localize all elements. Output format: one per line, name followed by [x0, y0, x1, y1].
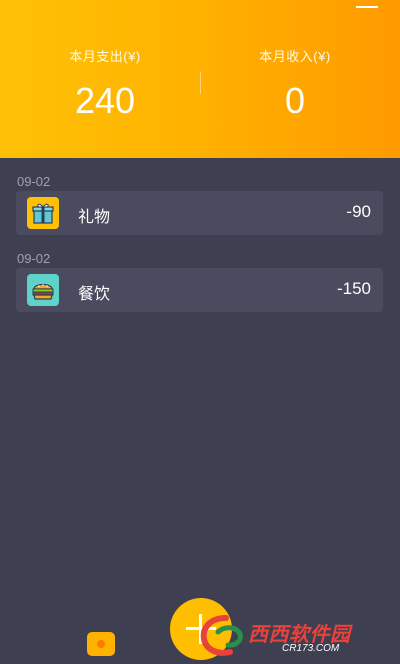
expense-label: 本月支出(¥): [69, 49, 141, 64]
record-amount: -90: [346, 202, 371, 221]
expense-value: 240: [74, 80, 136, 121]
burger-icon: [27, 274, 59, 306]
app-screen: 本月支出(¥) 240 本月收入(¥) 0 09-02 礼物 -90 09-02: [0, 0, 400, 664]
income-label: 本月收入(¥): [259, 49, 331, 64]
income-summary: 本月收入(¥) 0: [195, 46, 395, 119]
income-value: 0: [284, 80, 306, 121]
wallet-icon[interactable]: [87, 632, 115, 656]
menu-icon[interactable]: [356, 0, 378, 8]
list-item[interactable]: 礼物 -90: [16, 191, 383, 235]
record-date: 09-02: [17, 174, 51, 189]
watermark-logo: 西西软件园 CR173.COM: [196, 612, 386, 658]
list-item[interactable]: 餐饮 -150: [16, 268, 383, 312]
summary-header: 本月支出(¥) 240 本月收入(¥) 0: [0, 0, 400, 158]
record-amount: -150: [336, 279, 371, 298]
gift-icon: [27, 197, 59, 229]
watermark-subtext: CR173.COM: [282, 643, 340, 654]
record-name: 餐饮: [78, 286, 111, 303]
record-date: 09-02: [17, 251, 51, 266]
record-name: 礼物: [78, 209, 111, 226]
expense-summary: 本月支出(¥) 240: [5, 46, 205, 119]
